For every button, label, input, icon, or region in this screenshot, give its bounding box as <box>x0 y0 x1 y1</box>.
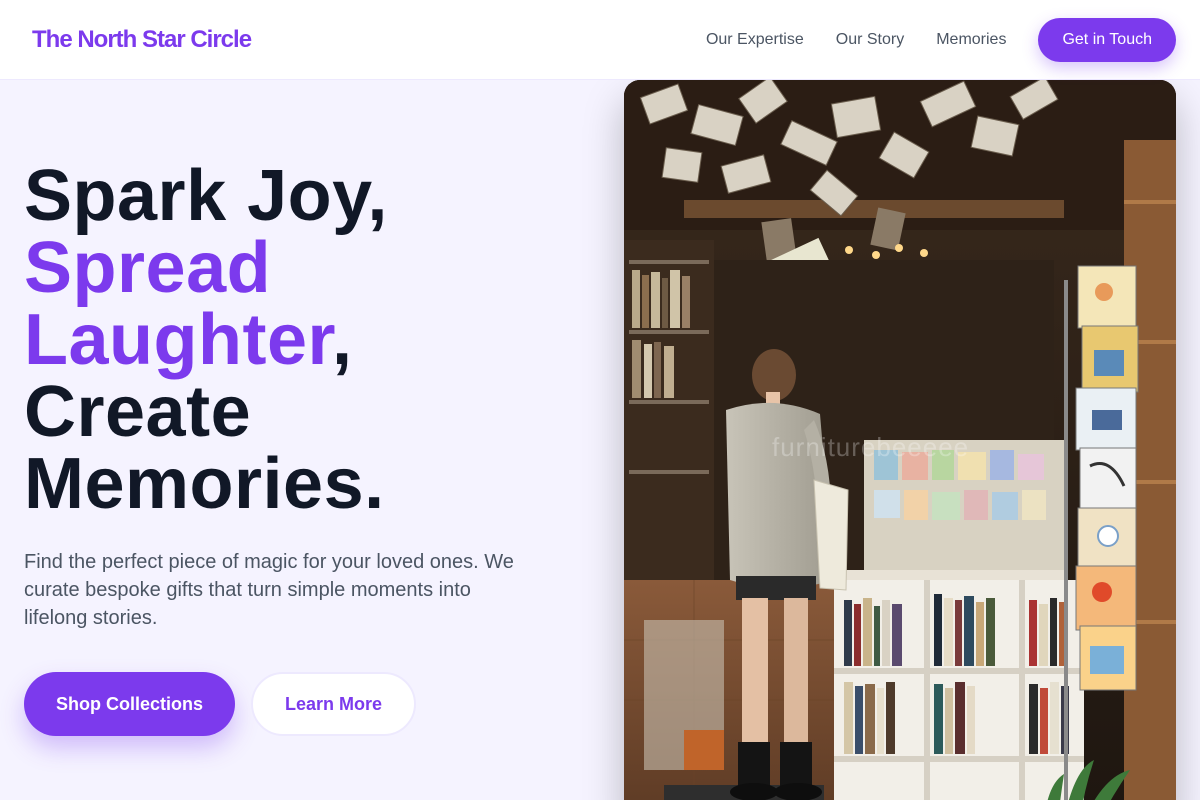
hero-photo: furniturebeeeee <box>624 80 1176 800</box>
headline-line-3-suffix: , <box>332 300 353 380</box>
headline-line-4: Create <box>24 372 252 452</box>
hero-subtext: Find the perfect piece of magic for your… <box>24 551 514 629</box>
learn-more-button[interactable]: Learn More <box>251 672 416 736</box>
site-header: The North Star Circle Our Expertise Our … <box>0 0 1200 80</box>
headline-line-5: Memories. <box>24 444 385 524</box>
nav-link-our-expertise[interactable]: Our Expertise <box>706 31 804 49</box>
headline-line-2: Spread <box>24 228 272 308</box>
nav-link-memories[interactable]: Memories <box>936 31 1006 49</box>
shop-collections-button[interactable]: Shop Collections <box>24 672 235 736</box>
get-in-touch-button[interactable]: Get in Touch <box>1038 17 1176 62</box>
nav-link-our-story[interactable]: Our Story <box>836 31 904 49</box>
image-watermark: furniturebeeeee <box>772 432 970 462</box>
headline-line-1: Spark Joy, <box>24 156 388 236</box>
hero-text: Spark Joy, Spread Laughter, Create Memor… <box>24 160 584 736</box>
site-logo[interactable]: The North Star Circle <box>32 26 252 54</box>
hero-headline: Spark Joy, Spread Laughter, Create Memor… <box>24 160 584 520</box>
hero-actions: Shop Collections Learn More <box>24 672 584 736</box>
headline-line-3-accent: Laughter <box>24 300 333 380</box>
main-nav: Our Expertise Our Story Memories Get in … <box>706 17 1176 62</box>
